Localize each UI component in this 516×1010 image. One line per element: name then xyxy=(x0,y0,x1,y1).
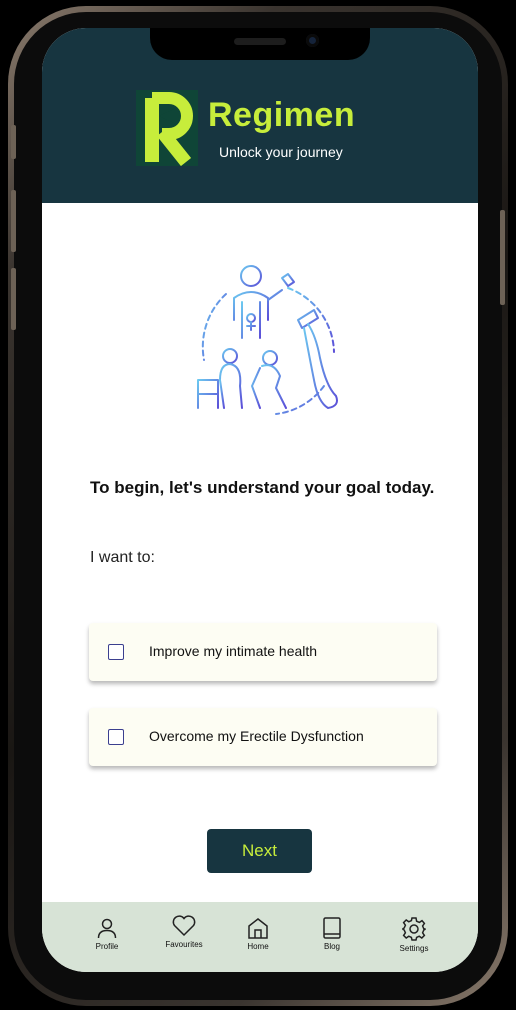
option-label: Overcome my Erectile Dysfunction xyxy=(149,728,364,744)
goal-question: To begin, let's understand your goal tod… xyxy=(90,478,435,497)
volume-up-button xyxy=(11,190,16,252)
nav-item-favourites[interactable]: Favourites xyxy=(154,914,214,949)
brand-tagline: Unlock your journey xyxy=(219,144,343,160)
nav-label: Favourites xyxy=(165,940,203,949)
speaker-grille xyxy=(234,38,286,45)
home-icon xyxy=(248,918,268,939)
option-label: Improve my intimate health xyxy=(149,643,318,659)
notch xyxy=(150,28,370,60)
nav-item-blog[interactable]: Blog xyxy=(302,916,362,951)
nav-label: Profile xyxy=(95,942,119,951)
goal-prompt: I want to: xyxy=(90,549,155,566)
power-button xyxy=(500,210,505,305)
book-icon xyxy=(323,917,341,939)
bottom-nav: Profile Favourites Home Blog Settings xyxy=(42,902,478,972)
silent-switch xyxy=(11,125,16,159)
next-button[interactable]: Next xyxy=(207,829,312,873)
heart-icon xyxy=(172,915,196,937)
volume-down-button xyxy=(11,268,16,330)
checkbox[interactable] xyxy=(108,729,124,745)
goal-option-erectile-dysfunction[interactable]: Overcome my Erectile Dysfunction xyxy=(89,708,437,766)
checkbox[interactable] xyxy=(108,644,124,660)
app-screen: Regimen Unlock your journey To begin, le… xyxy=(42,28,478,972)
family-health-illustration xyxy=(190,262,342,422)
goal-option-intimate-health[interactable]: Improve my intimate health xyxy=(89,623,437,681)
brand-name: Regimen xyxy=(208,96,356,134)
nav-item-home[interactable]: Home xyxy=(228,916,288,951)
logo-icon xyxy=(136,90,198,167)
person-icon xyxy=(97,918,117,939)
front-camera xyxy=(306,34,319,47)
nav-item-settings[interactable]: Settings xyxy=(384,916,444,953)
nav-item-profile[interactable]: Profile xyxy=(77,916,137,951)
nav-label: Settings xyxy=(399,944,429,953)
nav-label: Home xyxy=(247,942,269,951)
gear-icon xyxy=(402,917,426,941)
nav-label: Blog xyxy=(323,942,340,951)
